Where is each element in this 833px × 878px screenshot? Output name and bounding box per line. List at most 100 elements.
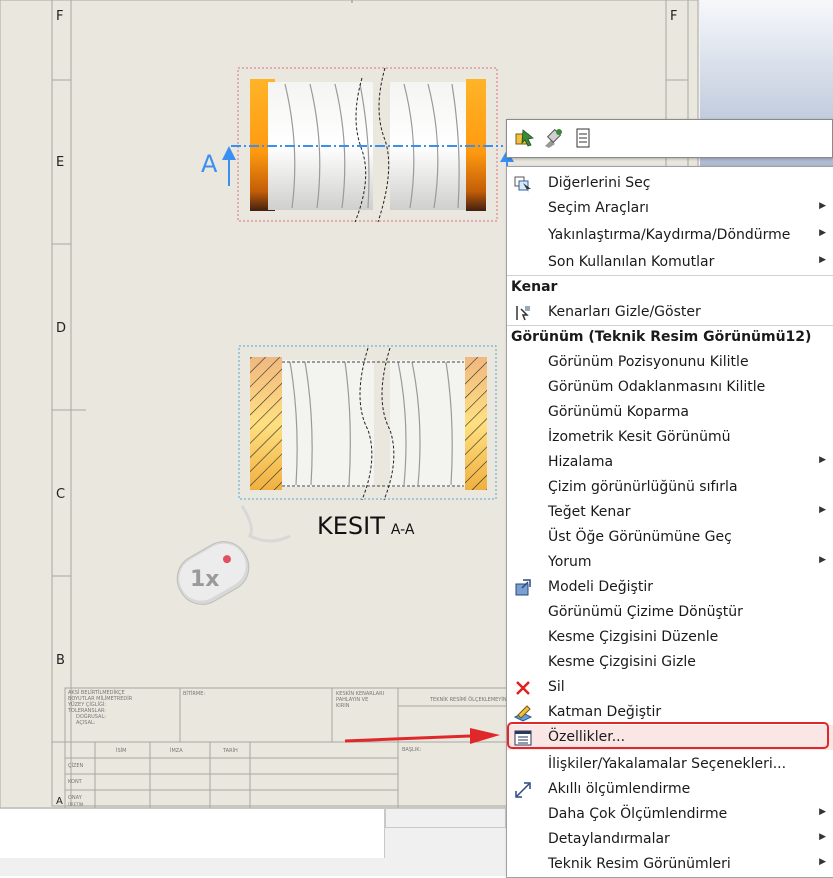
- menu-item-replace-model[interactable]: Modeli Değiştir: [507, 575, 833, 600]
- menu-item-label: Çizim görünürlüğünü sıfırla: [548, 479, 738, 495]
- tb-col-signature: İMZA: [170, 748, 183, 754]
- menu-item-label: Görünüm Pozisyonunu Kilitle: [548, 354, 749, 370]
- menu-item-label: Yorum: [548, 554, 592, 570]
- menu-item-annotations[interactable]: Detaylandırmalar ▶: [507, 827, 833, 852]
- menu-item-label: İzometrik Kesit Görünümü: [548, 429, 731, 445]
- zone-label-f-right: F: [670, 9, 678, 24]
- menu-item-label: Görünümü Koparma: [548, 404, 689, 420]
- change-layer-icon: [513, 703, 533, 723]
- properties-list-icon[interactable]: [571, 126, 595, 150]
- menu-item-recent-commands[interactable]: Son Kullanılan Komutlar ▶: [507, 250, 833, 275]
- menu-item-label: Detaylandırmalar: [548, 831, 670, 847]
- tb-edges-note: KESKİN KENARLARI PAHLAYIN VE KIRIN: [336, 691, 384, 709]
- menu-item-label: Modeli Değiştir: [548, 579, 653, 595]
- section-arrow-label-left: A: [201, 150, 218, 178]
- menu-item-label: Hizalama: [548, 454, 614, 470]
- menu-item-label: Yakınlaştırma/Kaydırma/Döndürme: [548, 227, 791, 243]
- menu-item-label: Sil: [548, 679, 565, 695]
- zone-label-e: E: [56, 155, 65, 170]
- tb-note-6: AÇISAL:: [76, 720, 96, 726]
- menu-item-label: Kesme Çizgisini Gizle: [548, 654, 696, 670]
- menu-item-alignment[interactable]: Hizalama ▶: [507, 450, 833, 475]
- select-icon[interactable]: [513, 126, 537, 150]
- tb-row-manufacture: ÜRETİM: [68, 802, 84, 807]
- menu-item-hide-section-line[interactable]: Kesme Çizgisini Gizle: [507, 650, 833, 675]
- menu-item-comment[interactable]: Yorum ▶: [507, 550, 833, 575]
- submenu-arrow-icon: ▶: [819, 255, 826, 265]
- tb-col-name: İSİM: [116, 748, 127, 754]
- menu-item-more-dimensions[interactable]: Daha Çok Ölçümlendirme ▶: [507, 802, 833, 827]
- mouse-click-count: 1x: [190, 567, 220, 592]
- menu-item-label: Seçim Araçları: [548, 200, 649, 216]
- hide-show-edges-icon: [513, 303, 533, 323]
- menu-item-zoom-pan-rotate[interactable]: Yakınlaştırma/Kaydırma/Döndürme ▶: [507, 223, 833, 248]
- menu-item-label: Diğerlerini Seç: [548, 175, 651, 191]
- tb-row-checked: KONT: [68, 779, 82, 785]
- submenu-arrow-icon: ▶: [819, 455, 826, 465]
- submenu-arrow-icon: ▶: [819, 807, 826, 817]
- menu-item-label: Görünümü Çizime Dönüştür: [548, 604, 743, 620]
- context-toolbar: [506, 119, 833, 158]
- title-block: AKSİ BELİRTİLMEDİKÇE BOYUTLAR MİLİMETRED…: [68, 690, 132, 726]
- menu-item-delete[interactable]: Sil: [507, 675, 833, 700]
- menu-section-edge: Kenar: [507, 275, 833, 300]
- smart-dimension-icon: [513, 780, 533, 800]
- menu-item-label: Teknik Resim Görünümleri: [548, 856, 731, 872]
- menu-section-label: Kenar: [511, 279, 558, 295]
- menu-item-select-other[interactable]: Diğerlerini Seç: [507, 171, 833, 196]
- menu-item-smart-dimension[interactable]: Akıllı ölçümlendirme: [507, 777, 833, 802]
- tb-title-label: BAŞLIK:: [402, 747, 422, 753]
- menu-item-label: Katman Değiştir: [548, 704, 662, 720]
- menu-section-view: Görünüm (Teknik Resim Görünümü12): [507, 325, 833, 350]
- menu-item-edit-section-line[interactable]: Kesme Çizgisini Düzenle: [507, 625, 833, 650]
- select-other-icon: [513, 174, 533, 194]
- replace-model-icon: [513, 578, 533, 598]
- zone-label-c: C: [56, 487, 66, 502]
- menu-item-label: Üst Öğe Görünümüne Geç: [548, 529, 732, 545]
- section-view-label: KESIT A-A: [317, 512, 414, 540]
- menu-item-break-view[interactable]: Görünümü Koparma: [507, 400, 833, 425]
- mouse-click-hint: 1x: [160, 496, 300, 616]
- section-view-title: KESIT: [317, 512, 385, 540]
- submenu-arrow-icon: ▶: [819, 832, 826, 842]
- menu-item-label: Teğet Kenar: [548, 504, 631, 520]
- menu-item-tangent-edge[interactable]: Teğet Kenar ▶: [507, 500, 833, 525]
- tb-col-date: TARİH: [223, 748, 238, 754]
- zone-label-d: D: [56, 321, 67, 336]
- submenu-arrow-icon: ▶: [819, 228, 826, 238]
- tb-edges-note-3: KIRIN: [336, 703, 350, 709]
- menu-section-label: Görünüm (Teknik Resim Görünümü12): [511, 329, 812, 345]
- zone-label-b: B: [56, 653, 65, 668]
- submenu-arrow-icon: ▶: [819, 857, 826, 867]
- menu-item-hide-show-edges[interactable]: Kenarları Gizle/Göster: [507, 300, 833, 325]
- menu-item-selection-tools[interactable]: Seçim Araçları ▶: [507, 196, 833, 221]
- menu-item-lock-view-focus[interactable]: Görünüm Odaklanmasını Kilitle: [507, 375, 833, 400]
- zone-label-a: A: [56, 796, 63, 807]
- section-view-subtitle: A-A: [390, 522, 415, 538]
- menu-item-isometric-section[interactable]: İzometrik Kesit Görünümü: [507, 425, 833, 450]
- menu-item-relations-snaps[interactable]: İlişkiler/Yakalamalar Seçenekleri...: [507, 752, 833, 777]
- tb-finish-label: BİTİRME:: [183, 691, 206, 697]
- tb-row-drawn: ÇİZEN: [68, 763, 84, 769]
- menu-item-lock-view-position[interactable]: Görünüm Pozisyonunu Kilitle: [507, 350, 833, 375]
- menu-item-label: Akıllı ölçümlendirme: [548, 781, 691, 797]
- menu-item-label: Kesme Çizgisini Düzenle: [548, 629, 719, 645]
- menu-item-label: Kenarları Gizle/Göster: [548, 304, 701, 320]
- submenu-arrow-icon: ▶: [819, 555, 826, 565]
- menu-item-jump-parent-view[interactable]: Üst Öğe Görünümüne Geç: [507, 525, 833, 550]
- menu-item-drawing-views[interactable]: Teknik Resim Görünümleri ▶: [507, 852, 833, 877]
- menu-item-label: Görünüm Odaklanmasını Kilitle: [548, 379, 766, 395]
- horizontal-scrollbar[interactable]: [385, 808, 506, 828]
- menu-item-label: Daha Çok Ölçümlendirme: [548, 806, 728, 822]
- status-area: [0, 808, 385, 858]
- tb-scale-note: TEKNİK RESİMİ ÖLÇEKLEMEYİN: [430, 697, 507, 703]
- menu-item-label: İlişkiler/Yakalamalar Seçenekleri...: [548, 756, 787, 772]
- menu-item-convert-view-to-sketch[interactable]: Görünümü Çizime Dönüştür: [507, 600, 833, 625]
- menu-item-label: Son Kullanılan Komutlar: [548, 254, 715, 270]
- submenu-arrow-icon: ▶: [819, 201, 826, 211]
- submenu-arrow-icon: ▶: [819, 505, 826, 515]
- highlight-box: [507, 722, 829, 749]
- zone-label-f: F: [56, 9, 64, 24]
- menu-item-reset-sketch-visibility[interactable]: Çizim görünürlüğünü sıfırla: [507, 475, 833, 500]
- edit-feature-icon[interactable]: [541, 126, 565, 150]
